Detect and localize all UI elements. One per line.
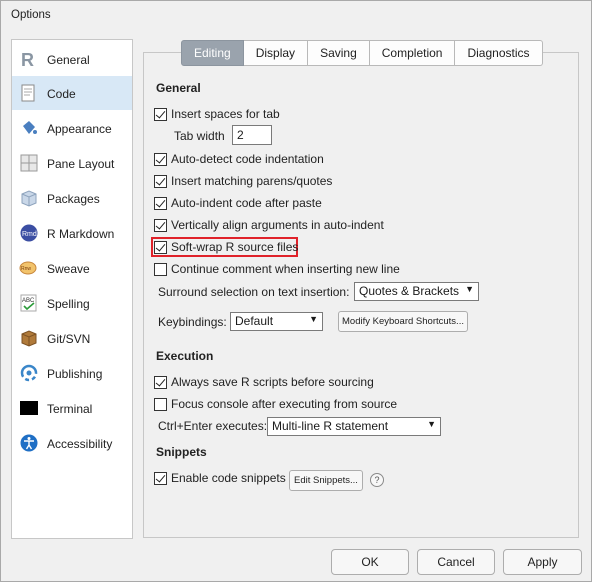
snippets-heading: Snippets bbox=[156, 445, 207, 459]
sidebar-item-terminal[interactable]: Terminal bbox=[12, 391, 132, 425]
sidebar-item-packages[interactable]: Packages bbox=[12, 181, 132, 215]
execution-heading: Execution bbox=[156, 349, 214, 363]
edit-snippets-button[interactable]: Edit Snippets... bbox=[289, 470, 363, 491]
vertically-align-checkbox[interactable] bbox=[154, 218, 167, 232]
soft-wrap-checkbox[interactable] bbox=[154, 240, 167, 254]
sidebar-item-accessibility[interactable]: Accessibility bbox=[12, 426, 132, 460]
options-window: Options R General Code Appearance Pane L bbox=[0, 0, 592, 582]
sidebar-item-label: Code bbox=[47, 87, 76, 101]
keybindings-label: Keybindings: bbox=[158, 315, 227, 329]
sidebar-item-git-svn[interactable]: Git/SVN bbox=[12, 321, 132, 355]
sidebar-item-spelling[interactable]: ABC Spelling bbox=[12, 286, 132, 320]
sidebar-item-label: Terminal bbox=[47, 402, 93, 416]
cancel-button[interactable]: Cancel bbox=[417, 549, 495, 575]
tab-completion[interactable]: Completion bbox=[369, 40, 456, 66]
terminal-icon bbox=[19, 399, 39, 417]
sidebar-item-label: Publishing bbox=[47, 367, 103, 381]
always-save-option[interactable]: Always save R scripts before sourcing bbox=[154, 374, 374, 390]
sidebar-item-general[interactable]: R General bbox=[12, 42, 132, 76]
tab-editing[interactable]: Editing bbox=[181, 40, 244, 66]
spellcheck-icon: ABC bbox=[19, 294, 39, 312]
sidebar-item-sweave[interactable]: Rnw Sweave bbox=[12, 251, 132, 285]
svg-text:R: R bbox=[21, 50, 34, 68]
rmd-icon: Rmd bbox=[19, 224, 39, 242]
enable-snippets-option[interactable]: Enable code snippets bbox=[154, 470, 286, 486]
sweave-icon: Rnw bbox=[19, 259, 39, 277]
soft-wrap-option[interactable]: Soft-wrap R source files bbox=[154, 239, 298, 255]
surround-select[interactable]: Quotes & Brackets ▼ bbox=[354, 282, 479, 301]
tab-saving[interactable]: Saving bbox=[308, 40, 370, 66]
modify-shortcuts-button[interactable]: Modify Keyboard Shortcuts... bbox=[338, 311, 468, 332]
surround-label: Surround selection on text insertion: bbox=[158, 285, 350, 299]
sidebar-item-label: R Markdown bbox=[47, 227, 115, 241]
chevron-down-icon: ▼ bbox=[309, 314, 318, 324]
apply-button[interactable]: Apply bbox=[503, 549, 582, 575]
ok-button[interactable]: OK bbox=[331, 549, 409, 575]
tab-width-input[interactable]: 2 bbox=[232, 125, 272, 145]
always-save-checkbox[interactable] bbox=[154, 375, 167, 389]
chevron-down-icon: ▼ bbox=[465, 284, 474, 294]
pane-layout-icon bbox=[19, 154, 39, 172]
sidebar-item-label: Spelling bbox=[47, 297, 90, 311]
chevron-down-icon: ▼ bbox=[427, 419, 436, 429]
sidebar-item-pane-layout[interactable]: Pane Layout bbox=[12, 146, 132, 180]
options-sidebar: R General Code Appearance Pane Layout Pa… bbox=[11, 39, 133, 539]
sidebar-item-label: Accessibility bbox=[47, 437, 113, 451]
git-svn-box-icon bbox=[19, 329, 39, 347]
insert-matching-option[interactable]: Insert matching parens/quotes bbox=[154, 173, 332, 189]
enable-snippets-checkbox[interactable] bbox=[154, 471, 167, 485]
sidebar-item-r-markdown[interactable]: Rmd R Markdown bbox=[12, 216, 132, 250]
ctrl-enter-select[interactable]: Multi-line R statement ▼ bbox=[267, 417, 441, 436]
r-logo-icon: R bbox=[19, 50, 39, 70]
tab-bar: Editing Display Saving Completion Diagno… bbox=[181, 40, 543, 66]
package-box-icon bbox=[19, 189, 39, 207]
window-title: Options bbox=[11, 9, 51, 21]
code-document-icon bbox=[19, 84, 39, 102]
tab-display[interactable]: Display bbox=[243, 40, 309, 66]
insert-spaces-checkbox[interactable] bbox=[154, 107, 167, 121]
tab-width-label: Tab width bbox=[174, 129, 225, 143]
sidebar-item-label: Pane Layout bbox=[47, 157, 115, 171]
sidebar-item-label: General bbox=[47, 53, 90, 67]
insert-spaces-option[interactable]: Insert spaces for tab bbox=[154, 106, 280, 122]
focus-console-option[interactable]: Focus console after executing from sourc… bbox=[154, 396, 397, 412]
accessibility-icon bbox=[19, 434, 39, 452]
sidebar-item-label: Sweave bbox=[47, 262, 90, 276]
auto-detect-checkbox[interactable] bbox=[154, 152, 167, 166]
sidebar-item-label: Appearance bbox=[47, 122, 112, 136]
paint-bucket-icon bbox=[19, 119, 39, 137]
auto-indent-checkbox[interactable] bbox=[154, 196, 167, 210]
publishing-icon bbox=[19, 364, 39, 382]
auto-detect-option[interactable]: Auto-detect code indentation bbox=[154, 151, 324, 167]
ctrl-enter-label: Ctrl+Enter executes: bbox=[158, 419, 268, 433]
help-icon[interactable]: ? bbox=[370, 473, 384, 487]
continue-comment-checkbox[interactable] bbox=[154, 262, 167, 276]
sidebar-item-code[interactable]: Code bbox=[12, 76, 132, 110]
keybindings-select[interactable]: Default ▼ bbox=[230, 312, 323, 331]
vertically-align-option[interactable]: Vertically align arguments in auto-inden… bbox=[154, 217, 384, 233]
sidebar-item-label: Git/SVN bbox=[47, 332, 91, 346]
general-heading: General bbox=[156, 81, 201, 95]
svg-text:Rnw: Rnw bbox=[21, 266, 31, 272]
title-bar: Options bbox=[1, 1, 591, 29]
focus-console-checkbox[interactable] bbox=[154, 397, 167, 411]
tab-diagnostics[interactable]: Diagnostics bbox=[455, 40, 543, 66]
svg-text:Rmd: Rmd bbox=[22, 231, 37, 238]
insert-matching-checkbox[interactable] bbox=[154, 174, 167, 188]
sidebar-item-publishing[interactable]: Publishing bbox=[12, 356, 132, 390]
sidebar-item-label: Packages bbox=[47, 192, 100, 206]
sidebar-item-appearance[interactable]: Appearance bbox=[12, 111, 132, 145]
continue-comment-option[interactable]: Continue comment when inserting new line bbox=[154, 261, 400, 277]
auto-indent-option[interactable]: Auto-indent code after paste bbox=[154, 195, 322, 211]
